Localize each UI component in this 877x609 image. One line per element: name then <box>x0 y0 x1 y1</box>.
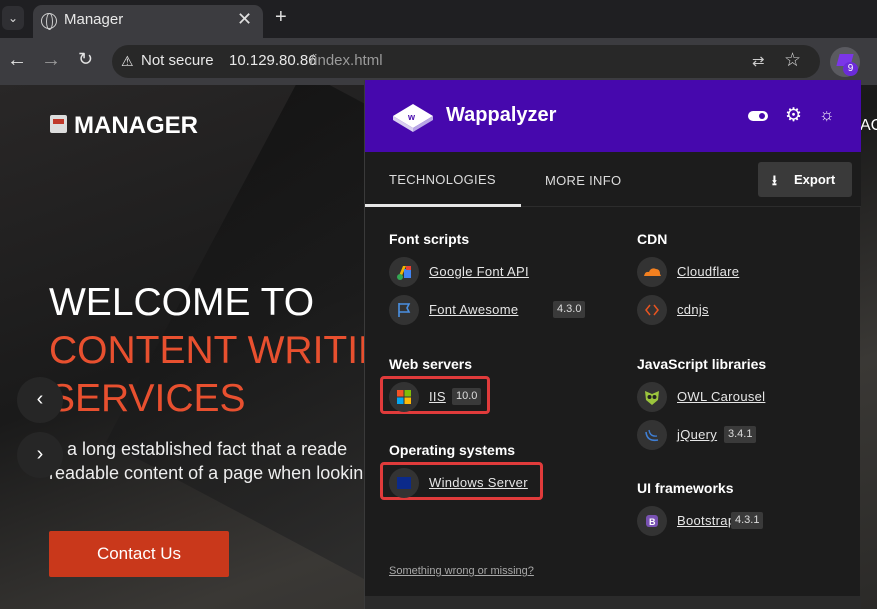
svg-text:B: B <box>649 517 656 527</box>
tech-windows-server[interactable]: Windows Server <box>389 468 539 498</box>
wappalyzer-brand-name: Wappalyzer <box>446 104 557 126</box>
back-arrow-icon[interactable]: ← <box>7 49 27 72</box>
tech-cdnjs[interactable]: cdnjs <box>637 295 787 325</box>
contact-us-button[interactable]: Contact Us <box>49 531 229 577</box>
tech-owl-carousel[interactable]: OWL Carousel <box>637 382 787 412</box>
wappalyzer-extension-button[interactable]: 9 <box>830 47 860 77</box>
wappalyzer-brand-icon: w <box>393 104 433 132</box>
version-badge: 4.3.0 <box>553 301 586 318</box>
tech-google-font-api[interactable]: Google Font API <box>389 257 569 287</box>
warning-triangle-icon[interactable]: ⚠ <box>121 53 134 70</box>
tech-font-awesome[interactable]: Font Awesome 4.3.0 <box>389 295 586 325</box>
tech-name[interactable]: cdnjs <box>677 302 709 317</box>
category-web-servers: Web servers <box>389 356 473 372</box>
flag-icon <box>389 295 419 325</box>
google-fonts-icon <box>389 257 419 287</box>
tab-more-info[interactable]: MORE INFO <box>545 173 621 188</box>
carousel-prev-button[interactable]: ‹ <box>17 377 63 423</box>
version-badge: 3.4.1 <box>724 426 757 443</box>
wappalyzer-header: w Wappalyzer ⚙ ☼ <box>365 80 861 152</box>
report-issue-link[interactable]: Something wrong or missing? <box>389 565 534 577</box>
version-badge: 10.0 <box>452 388 482 405</box>
owl-icon <box>637 382 667 412</box>
hero-paragraph-line1: is a long established fact that a reade <box>49 439 348 459</box>
tech-bootstrap[interactable]: B Bootstrap 4.3.1 <box>637 506 787 536</box>
reload-icon[interactable]: ↻ <box>78 49 93 70</box>
forward-arrow-icon[interactable]: → <box>41 49 61 72</box>
active-tab-indicator <box>365 204 521 207</box>
windows-server-icon <box>389 468 419 498</box>
windows-logo-icon <box>389 382 419 412</box>
tech-name[interactable]: Font Awesome <box>429 302 518 317</box>
version-badge: 4.3.1 <box>731 512 764 529</box>
url-path[interactable]: /index.html <box>310 52 383 69</box>
new-tab-button[interactable]: + <box>275 6 287 29</box>
url-host[interactable]: 10.129.80.86 <box>229 52 317 69</box>
export-button[interactable]: ⭳ Export <box>758 162 852 197</box>
tech-name[interactable]: IIS <box>429 389 446 404</box>
code-brackets-icon <box>637 295 667 325</box>
tech-name[interactable]: Bootstrap <box>677 513 735 528</box>
tech-iis[interactable]: IIS 10.0 <box>389 382 489 412</box>
category-operating-systems: Operating systems <box>389 442 516 458</box>
download-icon: ⭳ <box>772 172 777 188</box>
tech-name[interactable]: jQuery <box>677 427 717 442</box>
browser-tab[interactable]: Manager ✕ <box>33 5 263 38</box>
category-font-scripts: Font scripts <box>389 231 470 247</box>
tech-name[interactable]: Windows Server <box>429 475 528 490</box>
nav-item-partial[interactable]: AC <box>860 117 877 135</box>
theme-sun-icon[interactable]: ☼ <box>819 105 835 125</box>
category-cdn: CDN <box>637 231 668 247</box>
site-logo[interactable]: MANAGER <box>74 112 198 140</box>
hero-title-line3: SERVICES <box>49 377 246 420</box>
hero-title-line2: CONTENT WRITIN <box>49 329 387 372</box>
hero-paragraph-line2: readable content of a page when lookin <box>49 463 364 483</box>
tab-search-button[interactable]: ⌄ <box>2 6 24 30</box>
category-ui-frameworks: UI frameworks <box>637 480 734 496</box>
address-bar[interactable]: ⚠ Not secure 10.129.80.86 /index.html ⇄ … <box>112 45 820 78</box>
browser-toolbar: ← → ↻ ⚠ Not secure 10.129.80.86 /index.h… <box>0 38 877 85</box>
translate-icon[interactable]: ⇄ <box>752 52 765 70</box>
typewriter-icon <box>50 115 67 133</box>
wappalyzer-popup: w Wappalyzer ⚙ ☼ TECHNOLOGIES MORE INFO … <box>364 80 861 609</box>
browser-tab-bar: ⌄ Manager ✕ + <box>0 0 877 38</box>
carousel-next-button[interactable]: › <box>17 432 63 478</box>
tech-cloudflare[interactable]: Cloudflare <box>637 257 787 287</box>
tab-technologies[interactable]: TECHNOLOGIES <box>389 172 496 187</box>
tech-name[interactable]: OWL Carousel <box>677 389 765 404</box>
gear-icon[interactable]: ⚙ <box>785 104 802 127</box>
extension-badge: 9 <box>843 62 858 76</box>
export-label: Export <box>794 172 836 187</box>
tech-name[interactable]: Google Font API <box>429 264 529 279</box>
bootstrap-icon: B <box>637 506 667 536</box>
globe-icon <box>41 13 57 30</box>
hero-title-line1: WELCOME TO <box>49 281 315 324</box>
security-status[interactable]: Not secure <box>141 52 214 69</box>
tech-name[interactable]: Cloudflare <box>677 264 739 279</box>
toggle-switch[interactable] <box>748 111 768 121</box>
category-javascript-libraries: JavaScript libraries <box>637 356 767 372</box>
bookmark-star-icon[interactable]: ☆ <box>784 49 801 72</box>
popup-bottom-bar <box>365 596 861 609</box>
tech-jquery[interactable]: jQuery 3.4.1 <box>637 420 787 450</box>
close-tab-icon[interactable]: ✕ <box>237 9 252 30</box>
jquery-icon <box>637 420 667 450</box>
tab-title: Manager <box>64 11 124 28</box>
svg-text:w: w <box>407 112 416 122</box>
cloud-icon <box>637 257 667 287</box>
